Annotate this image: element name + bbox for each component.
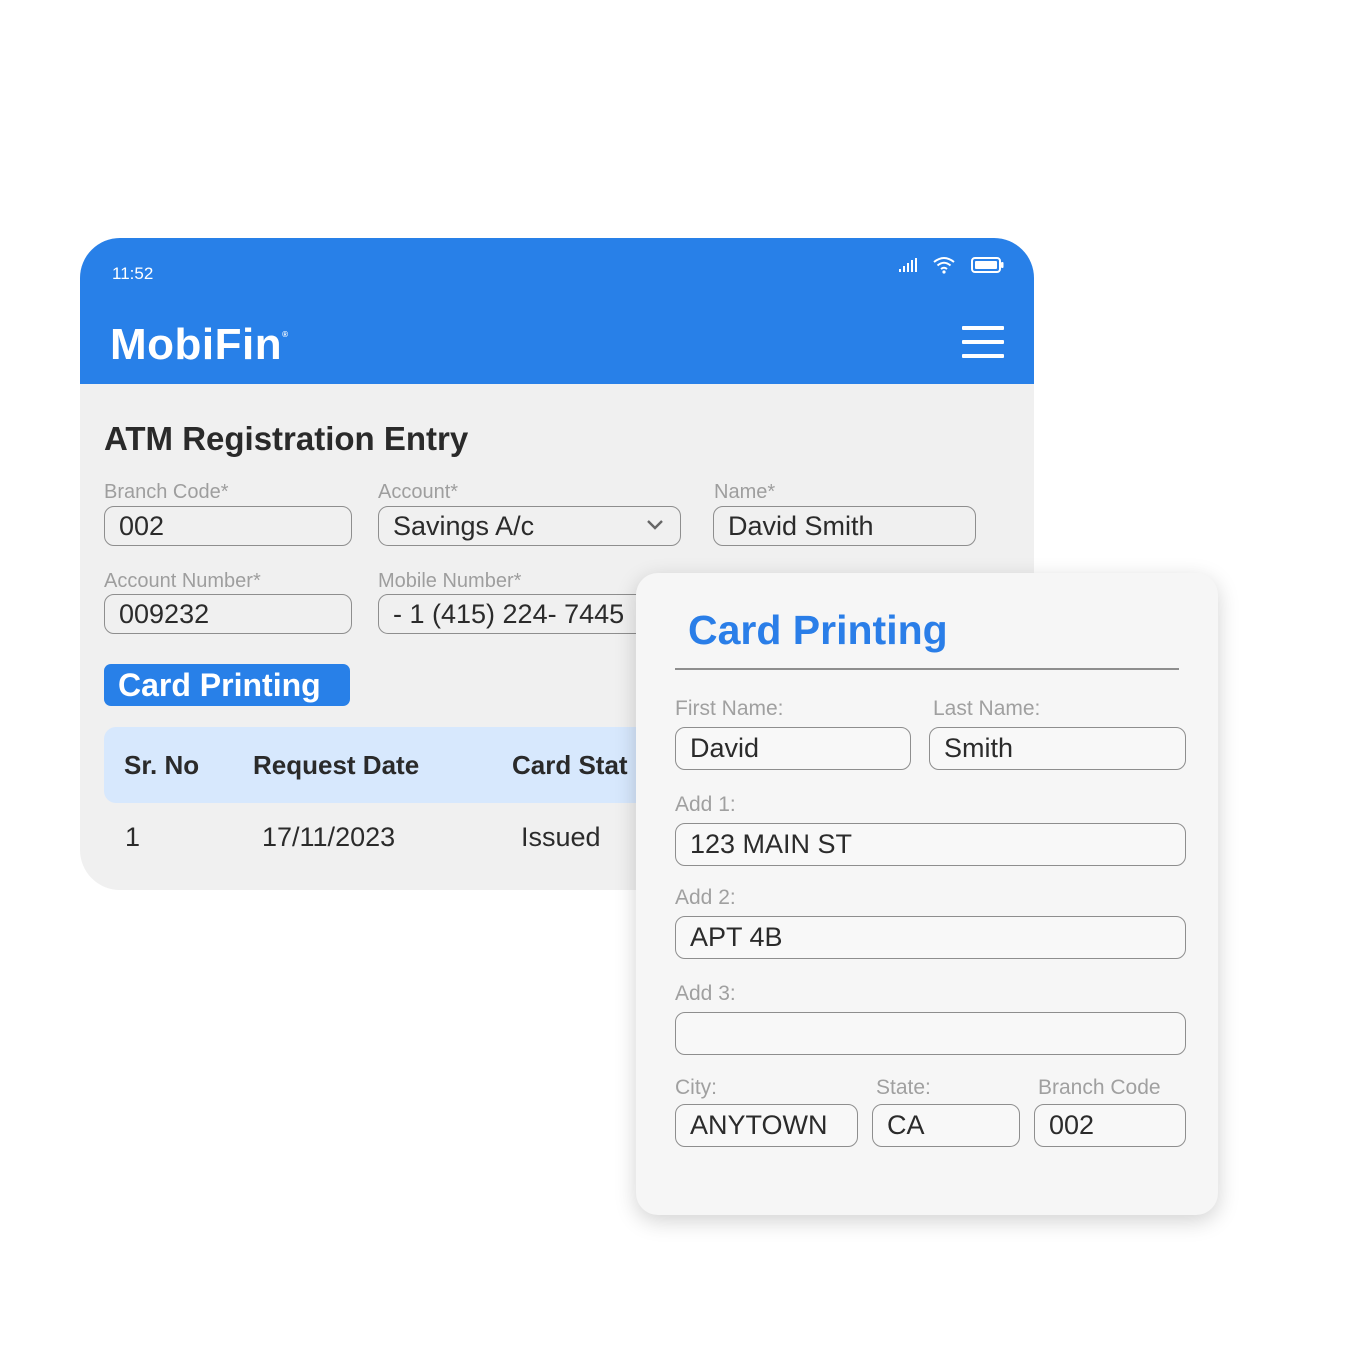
first-name-field[interactable]: David [675,727,911,770]
cell-request-date: 17/11/2023 [262,822,396,852]
add3-label: Add 3: [675,982,736,1005]
mobile-number-label: Mobile Number* [378,570,522,592]
cell-card-status: Issued [521,822,601,852]
state-label: State: [876,1076,931,1099]
city-label: City: [675,1076,717,1099]
branch-code-label: Branch Code* [104,481,229,503]
add1-label: Add 1: [675,793,736,816]
hamburger-menu-icon[interactable] [962,326,1004,360]
city-field[interactable]: ANYTOWN [675,1104,858,1147]
account-label: Account* [378,481,459,503]
wifi-icon [933,257,955,274]
column-header-card-status: Card Stat [512,750,628,780]
card-printing-panel: Card Printing First Name: David Last Nam… [636,573,1218,1215]
card-printing-tab[interactable]: Card Printing [104,664,350,706]
last-name-field[interactable]: Smith [929,727,1186,770]
mobifin-logo: MobiFin® [110,320,289,369]
last-name-label: Last Name: [933,697,1041,720]
branch-code-label-card: Branch Code [1038,1076,1161,1099]
title-divider [675,668,1179,670]
branch-code-field[interactable]: 002 [104,506,352,546]
add2-label: Add 2: [675,886,736,909]
account-number-field[interactable]: 009232 [104,594,352,634]
battery-icon [971,257,1004,273]
cell-sr-no: 1 [125,822,141,852]
account-select-value: Savings A/c [393,511,535,541]
column-header-sr-no: Sr. No [124,750,200,780]
status-icons [899,256,1004,274]
card-printing-title: Card Printing [688,607,948,653]
page-title: ATM Registration Entry [104,420,469,457]
state-field[interactable]: CA [872,1104,1020,1147]
add1-field[interactable]: 123 MAIN ST [675,823,1186,866]
add2-field[interactable]: APT 4B [675,916,1186,959]
first-name-label: First Name: [675,697,784,720]
name-label: Name* [714,481,776,503]
name-field[interactable]: David Smith [713,506,976,546]
app-header: 11:52 MobiFin® [80,238,1034,384]
account-select[interactable]: Savings A/c [378,506,681,546]
column-header-request-date: Request Date [253,750,420,780]
status-time: 11:52 [112,264,154,283]
signal-icon [899,258,917,272]
add3-field[interactable] [675,1012,1186,1055]
account-number-label: Account Number* [104,570,261,592]
branch-code-field-card[interactable]: 002 [1034,1104,1186,1147]
chevron-down-icon [647,520,663,530]
